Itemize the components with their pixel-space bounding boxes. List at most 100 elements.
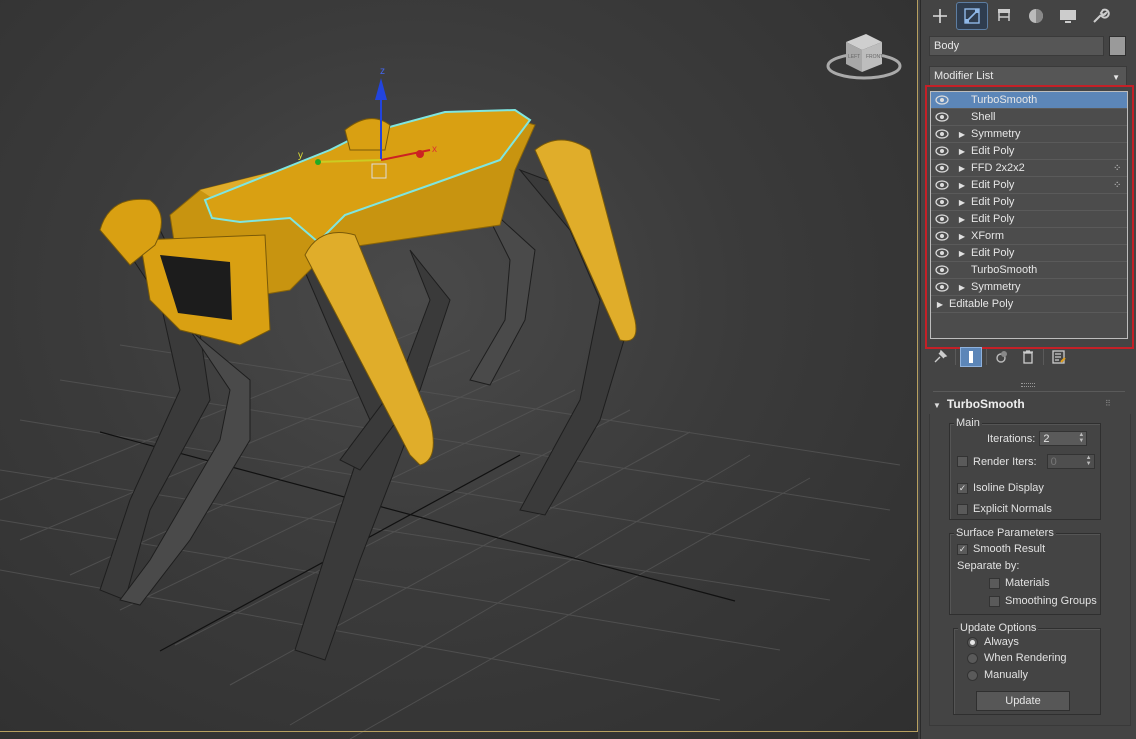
visibility-toggle[interactable] (931, 112, 953, 122)
spinner-arrows-icon[interactable]: ▲ ▼ (1078, 432, 1084, 444)
stack-item[interactable]: ▶ Edit Poly (931, 211, 1127, 228)
stack-item-label: Shell (971, 111, 996, 123)
visibility-toggle[interactable] (931, 163, 953, 173)
expand-arrow-icon[interactable]: ▶ (931, 300, 949, 309)
stack-item[interactable]: TurboSmooth (931, 262, 1127, 279)
hierarchy-icon (998, 9, 1010, 21)
visibility-toggle[interactable] (931, 197, 953, 207)
stack-item[interactable]: ▶ FFD 2x2x2 ⁘ (931, 160, 1127, 177)
pin-stack-button[interactable] (929, 347, 951, 367)
tab-modify[interactable] (956, 2, 988, 30)
visibility-toggle[interactable] (931, 231, 953, 241)
subobject-gizmo-icon[interactable]: ⁘ (1113, 180, 1127, 191)
motion-icon (1029, 9, 1043, 23)
main-group-title: Main (954, 417, 982, 429)
tab-hierarchy[interactable] (989, 3, 1019, 29)
expand-arrow-icon[interactable]: ▶ (953, 232, 971, 241)
materials-checkbox[interactable] (989, 577, 1000, 589)
separate-by-label: Separate by: (957, 560, 1020, 572)
manually-radio[interactable] (967, 669, 978, 681)
eye-icon (935, 163, 949, 173)
stack-item[interactable]: ▶ XForm (931, 228, 1127, 245)
iterations-value: 2 (1043, 432, 1050, 445)
render-iters-row: Render Iters: 0 ▲ ▼ (957, 454, 1095, 469)
toolbar-separator (986, 349, 987, 365)
stack-item[interactable]: ▶ Edit Poly ⁘ (931, 177, 1127, 194)
stack-item[interactable]: TurboSmooth (931, 92, 1127, 109)
stack-item[interactable]: ▶ Symmetry (931, 126, 1127, 143)
base-object-item[interactable]: ▶ Editable Poly (931, 296, 1127, 313)
smoothing-groups-label: Smoothing Groups (1005, 595, 1097, 607)
perspective-viewport[interactable]: z x y LEFT FRONT (0, 0, 918, 739)
stack-item[interactable]: ▶ Edit Poly (931, 143, 1127, 160)
visibility-toggle[interactable] (931, 129, 953, 139)
rollout-title: TurboSmooth (946, 397, 1025, 411)
stack-item-label: Edit Poly (971, 213, 1015, 225)
eye-icon (935, 112, 949, 122)
render-iters-checkbox[interactable] (957, 456, 968, 467)
isoline-display-checkbox[interactable]: ✓ (957, 482, 968, 494)
stack-item-label: TurboSmooth (971, 94, 1038, 106)
panel-splitter[interactable] (1021, 383, 1035, 387)
visibility-toggle[interactable] (931, 180, 953, 190)
show-end-result-button[interactable] (960, 347, 982, 367)
rollout-header[interactable]: ▼ TurboSmooth (933, 397, 1025, 411)
stack-item[interactable]: ▶ Edit Poly (931, 194, 1127, 211)
expand-arrow-icon[interactable]: ▶ (953, 249, 971, 258)
modifier-stack[interactable]: TurboSmooth Shell ▶ Symmetry ▶ Edit Poly ▶ FFD … (930, 91, 1128, 339)
expand-arrow-icon[interactable]: ▶ (953, 198, 971, 207)
visibility-toggle[interactable] (931, 146, 953, 156)
object-name-field[interactable]: Body (929, 36, 1104, 56)
tab-motion[interactable] (1021, 3, 1051, 29)
configure-sets-button[interactable] (1048, 347, 1070, 367)
expand-arrow-icon[interactable]: ▶ (953, 215, 971, 224)
rollout-grip-icon[interactable]: ⠿ (1105, 399, 1111, 408)
expand-arrow-icon[interactable]: ▶ (953, 130, 971, 139)
when-rendering-radio[interactable] (967, 652, 978, 664)
tab-display[interactable] (1053, 3, 1083, 29)
stack-item[interactable]: Shell (931, 109, 1127, 126)
make-unique-button[interactable] (991, 347, 1013, 367)
eye-icon (935, 214, 949, 224)
expand-arrow-icon[interactable]: ▶ (953, 181, 971, 190)
wrench-icon (1093, 8, 1110, 23)
smoothing-groups-checkbox[interactable] (989, 595, 1000, 607)
isoline-row: ✓ Isoline Display (957, 482, 1044, 494)
manually-row: Manually (967, 669, 1028, 681)
surface-parameters-group: Surface Parameters ✓ Smooth Result Separ… (949, 527, 1101, 615)
object-color-swatch[interactable] (1109, 36, 1126, 56)
spinner-arrows-icon[interactable]: ▲ ▼ (1086, 455, 1092, 467)
visibility-toggle[interactable] (931, 95, 953, 105)
modifier-list-label: Modifier List (934, 70, 994, 82)
gizmo-x-label: x (432, 144, 437, 155)
tab-utilities[interactable] (1085, 3, 1115, 29)
explicit-normals-checkbox[interactable] (957, 503, 968, 515)
viewport-scene: z x y (0, 66, 901, 739)
update-button[interactable]: Update (976, 691, 1070, 711)
modifier-list-dropdown[interactable]: Modifier List ▼ (929, 66, 1127, 86)
eye-icon (935, 231, 949, 241)
iterations-label: Iterations: (987, 432, 1036, 445)
visibility-toggle[interactable] (931, 214, 953, 224)
stack-item[interactable]: ▶ Symmetry (931, 279, 1127, 296)
configure-icon (1052, 350, 1066, 364)
toolbar-separator (955, 349, 956, 365)
visibility-toggle[interactable] (931, 248, 953, 258)
expand-arrow-icon[interactable]: ▶ (953, 147, 971, 156)
visibility-toggle[interactable] (931, 265, 953, 275)
tab-create[interactable] (925, 3, 955, 29)
viewcube[interactable]: LEFT FRONT (826, 28, 902, 84)
visibility-toggle[interactable] (931, 282, 953, 292)
viewcube-front-label: FRONT (866, 54, 883, 60)
subobject-gizmo-icon[interactable]: ⁘ (1113, 163, 1127, 174)
remove-modifier-button[interactable] (1017, 347, 1039, 367)
render-iters-spinner[interactable]: 0 ▲ ▼ (1046, 454, 1095, 469)
smooth-result-checkbox[interactable]: ✓ (957, 543, 968, 555)
always-radio[interactable] (967, 636, 978, 648)
render-iters-value: 0 (1050, 455, 1057, 468)
expand-arrow-icon[interactable]: ▶ (953, 283, 971, 292)
stack-item[interactable]: ▶ Edit Poly (931, 245, 1127, 262)
eye-icon (935, 180, 949, 190)
iterations-spinner[interactable]: 2 ▲ ▼ (1039, 431, 1088, 446)
expand-arrow-icon[interactable]: ▶ (953, 164, 971, 173)
